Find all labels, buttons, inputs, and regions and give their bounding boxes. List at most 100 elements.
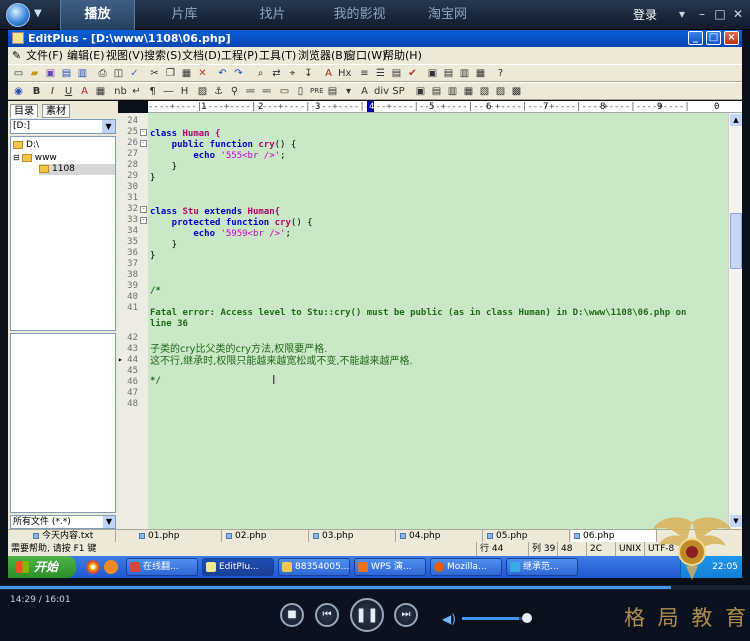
link-icon[interactable]: ⚲ [228, 85, 241, 98]
menu-file[interactable]: 文件(F) [26, 47, 63, 64]
tab-directory[interactable]: 目录 [10, 104, 38, 118]
fold-toggle-icon[interactable]: - [140, 140, 147, 147]
save-all-icon[interactable]: ▥ [76, 67, 89, 80]
quicklaunch-icon[interactable] [104, 560, 118, 574]
redo-icon[interactable]: ↷ [232, 67, 245, 80]
doc-tab-05[interactable]: 05.php [484, 530, 570, 542]
chevron-down-icon[interactable]: ▼ [102, 120, 115, 133]
spellcheck-icon[interactable]: ✓ [128, 67, 141, 80]
tb2-tool-1-icon[interactable]: ▣ [414, 85, 427, 98]
copy-icon[interactable]: ❐ [164, 67, 177, 80]
pre-icon[interactable]: PRE [310, 85, 324, 98]
menu-search[interactable]: 搜索(S) [144, 47, 182, 64]
tb2-tool-3-icon[interactable]: ▥ [446, 85, 459, 98]
image-icon[interactable]: ▨ [196, 85, 209, 98]
paragraph-icon[interactable]: ¶ [146, 85, 159, 98]
find-icon[interactable]: ⌕ [254, 67, 267, 80]
task-firefox[interactable]: Mozilla... [430, 558, 502, 576]
check-icon[interactable]: ✔ [406, 67, 419, 80]
chrome-quicklaunch-icon[interactable] [86, 560, 100, 574]
menu-window[interactable]: 窗口(W) [345, 47, 386, 64]
tab-taobao[interactable]: 淘宝网 [410, 0, 485, 30]
menu-project[interactable]: 工程(P) [221, 47, 258, 64]
paste-icon[interactable]: ▦ [180, 67, 193, 80]
chevron-down-icon[interactable]: ▼ [34, 8, 42, 19]
vertical-scrollbar[interactable]: ▲ ▼ [728, 113, 742, 529]
fold-toggle-icon[interactable]: - [140, 129, 147, 136]
br-icon[interactable]: ↵ [130, 85, 143, 98]
tb2-tool-4-icon[interactable]: ▦ [462, 85, 475, 98]
pause-button[interactable]: ❚❚ [350, 598, 384, 632]
tree-item-1108[interactable]: 1108 [39, 164, 115, 175]
globe-icon[interactable]: ◉ [12, 85, 25, 98]
chevron-down-icon[interactable]: ▼ [103, 516, 115, 528]
table-icon[interactable]: ▦ [94, 85, 107, 98]
fold-toggle-icon[interactable]: - [140, 206, 147, 213]
anchor-icon[interactable]: ⚓ [212, 85, 225, 98]
tab-my-videos[interactable]: 我的影视 [322, 0, 397, 30]
tb2-tool-2-icon[interactable]: ▤ [430, 85, 443, 98]
layout-3-icon[interactable]: ▥ [458, 67, 471, 80]
hex-icon[interactable]: Hx [338, 67, 351, 80]
menu-edit[interactable]: 编辑(E) [67, 47, 105, 64]
doc-tab-03[interactable]: 03.php [310, 530, 396, 542]
doc-tab-04[interactable]: 04.php [397, 530, 483, 542]
input-icon[interactable]: ▯ [294, 85, 307, 98]
textarea-icon[interactable]: ▤ [326, 85, 339, 98]
stop-button[interactable]: ■ [280, 603, 304, 627]
collapse-icon[interactable]: ⊟ [13, 153, 20, 162]
select-icon[interactable]: ▾ [342, 85, 355, 98]
save-icon[interactable]: ▤ [60, 67, 73, 80]
form-icon[interactable]: ▭ [278, 85, 291, 98]
list-icon[interactable]: ≔ [244, 85, 257, 98]
previous-button[interactable]: ⏮ [315, 603, 339, 627]
text-icon[interactable]: A [358, 85, 371, 98]
div-icon[interactable]: div [374, 85, 389, 98]
print-icon[interactable]: ⎙ [96, 67, 109, 80]
replace-icon[interactable]: ⇄ [270, 67, 283, 80]
goto-icon[interactable]: ↧ [302, 67, 315, 80]
tab-find[interactable]: 找片 [235, 0, 310, 30]
new-file-icon[interactable]: ▭ [12, 67, 25, 80]
tab-cliptext[interactable]: 素材 [42, 104, 70, 118]
task-wps[interactable]: WPS 演... [354, 558, 426, 576]
minimize-button[interactable]: _ [688, 31, 703, 45]
line-number-icon[interactable]: ≡ [358, 67, 371, 80]
task-folder[interactable]: 88354005... [278, 558, 350, 576]
ordered-list-icon[interactable]: ≕ [260, 85, 273, 98]
login-link[interactable]: 登录 [633, 0, 657, 30]
layout-2-icon[interactable]: ▤ [442, 67, 455, 80]
font-size-icon[interactable]: A [322, 67, 335, 80]
open-folder-icon[interactable]: ▰ [28, 67, 41, 80]
volume-knob[interactable] [522, 613, 532, 623]
menu-view[interactable]: 视图(V) [106, 47, 144, 64]
minimize-icon[interactable]: – [695, 7, 709, 21]
ruler-icon[interactable]: ▤ [390, 67, 403, 80]
menu-tools[interactable]: 工具(T) [259, 47, 296, 64]
doc-tab-01[interactable]: 01.php [136, 530, 222, 542]
layout-1-icon[interactable]: ▣ [426, 67, 439, 80]
italic-icon[interactable]: I [46, 85, 59, 98]
volume-icon[interactable]: ◀) [442, 612, 456, 626]
menu-browser[interactable]: 浏览器(B) [298, 47, 347, 64]
maximize-icon[interactable]: □ [713, 7, 727, 21]
tb2-tool-5-icon[interactable]: ▧ [478, 85, 491, 98]
file-filter-select[interactable]: 所有文件 (*.*) ▼ [10, 515, 116, 529]
font-color-icon[interactable]: A [78, 85, 91, 98]
delete-icon[interactable]: ✕ [196, 67, 209, 80]
hr-icon[interactable]: ― [162, 85, 175, 98]
code-editor[interactable]: class Human { public function cry() { ec… [148, 113, 728, 529]
file-list[interactable] [10, 333, 116, 513]
scroll-up-icon[interactable]: ▲ [730, 114, 742, 126]
task-editplus[interactable]: EditPlu... [202, 558, 274, 576]
heading-icon[interactable]: H [178, 85, 191, 98]
span-icon[interactable]: SP [392, 85, 405, 98]
tree-item-www[interactable]: ⊟ www [13, 152, 57, 163]
player-logo-icon[interactable] [6, 3, 30, 27]
volume-slider[interactable] [462, 617, 528, 620]
tb2-tool-7-icon[interactable]: ▩ [510, 85, 523, 98]
bold-icon[interactable]: B [30, 85, 43, 98]
print-preview-icon[interactable]: ◫ [112, 67, 125, 80]
underline-icon[interactable]: U [62, 85, 75, 98]
playback-progress-bar[interactable] [0, 585, 750, 590]
